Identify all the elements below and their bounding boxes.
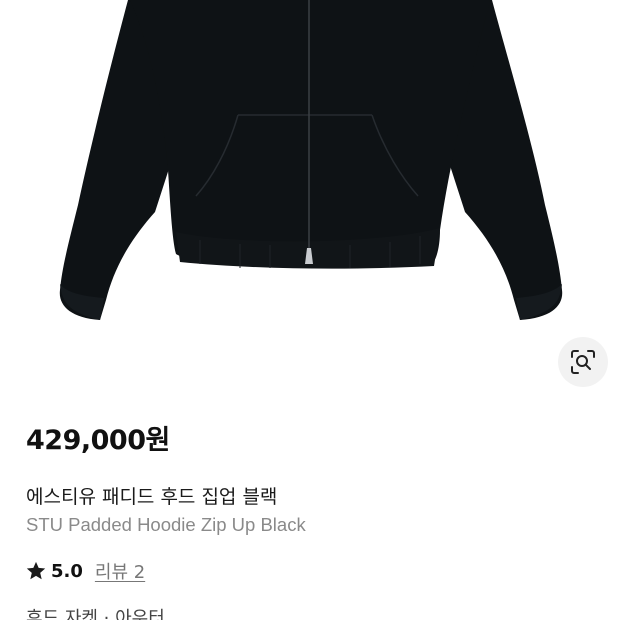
rating-value: 5.0 (51, 560, 83, 582)
product-image[interactable] (0, 0, 620, 340)
star-icon (26, 561, 46, 580)
rating-row: 5.0 리뷰 2 (25, 558, 145, 584)
product-title-english: STU Padded Hoodie Zip Up Black (26, 514, 306, 535)
product-category[interactable]: 후드 자켓 · 아우터 (26, 604, 165, 620)
review-link[interactable]: 리뷰 2 (95, 558, 145, 584)
product-price: 429,000원 (26, 425, 170, 456)
hoodie-illustration (59, 0, 563, 320)
lens-search-button[interactable] (558, 337, 608, 387)
lens-search-icon (571, 350, 595, 374)
product-title-korean: 에스티유 패디드 후드 집업 블랙 (26, 486, 278, 508)
